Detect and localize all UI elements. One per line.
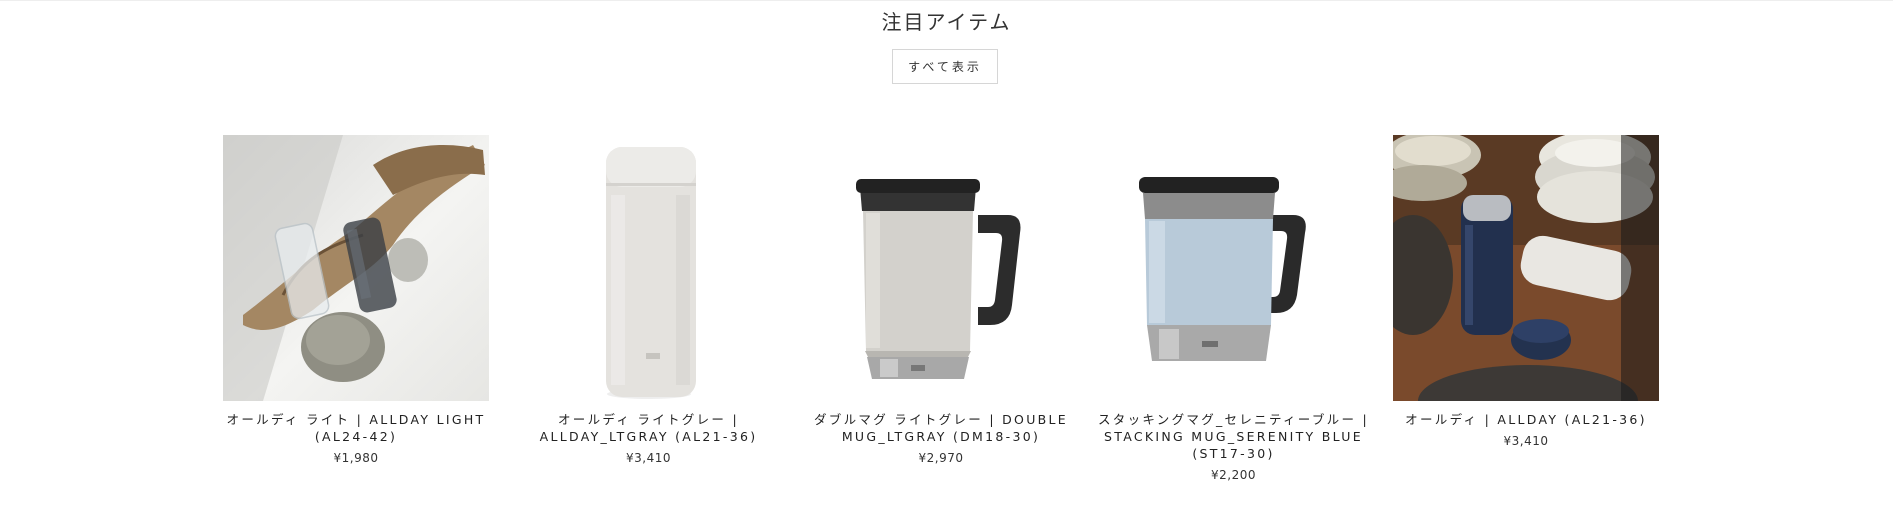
product-card[interactable]: オールディ ライト | ALLDAY LIGHT (AL24-42) ¥1,98… bbox=[211, 135, 501, 482]
light-gray-bottle-photo[interactable] bbox=[515, 135, 782, 401]
product-price: ¥1,980 bbox=[333, 451, 379, 465]
product-card[interactable]: オールディ | ALLDAY (AL21-36) ¥3,410 bbox=[1381, 135, 1671, 482]
product-price: ¥3,410 bbox=[1503, 434, 1549, 448]
product-price: ¥2,970 bbox=[918, 451, 964, 465]
light-gray-mug-photo[interactable] bbox=[808, 135, 1074, 401]
product-name[interactable]: オールディ ライト | ALLDAY LIGHT (AL24-42) bbox=[211, 411, 501, 445]
view-all-button[interactable]: すべて表示 bbox=[892, 49, 998, 84]
product-card[interactable]: オールディ ライトグレー | ALLDAY_LTGRAY (AL21-36) ¥… bbox=[504, 135, 794, 482]
product-card[interactable]: スタッキングマグ_セレニティーブルー | STACKING MUG_SERENI… bbox=[1089, 135, 1379, 482]
top-divider bbox=[0, 0, 1893, 1]
serenity-blue-mug-photo[interactable] bbox=[1100, 135, 1367, 401]
product-price: ¥3,410 bbox=[626, 451, 671, 465]
product-name[interactable]: ダブルマグ ライトグレー | DOUBLE MUG_LTGRAY (DM18-3… bbox=[796, 411, 1086, 445]
product-name[interactable]: スタッキングマグ_セレニティーブルー | STACKING MUG_SERENI… bbox=[1089, 411, 1379, 462]
product-name[interactable]: オールディ ライトグレー | ALLDAY_LTGRAY (AL21-36) bbox=[504, 411, 794, 445]
clear-bottles-on-driftwood-photo[interactable] bbox=[223, 135, 489, 401]
product-price: ¥2,200 bbox=[1211, 468, 1256, 482]
section-title: 注目アイテム bbox=[881, 10, 1012, 34]
product-grid: オールディ ライト | ALLDAY LIGHT (AL24-42) ¥1,98… bbox=[211, 135, 1671, 482]
product-name[interactable]: オールディ | ALLDAY (AL21-36) bbox=[1381, 411, 1671, 428]
product-card[interactable]: ダブルマグ ライトグレー | DOUBLE MUG_LTGRAY (DM18-3… bbox=[796, 135, 1086, 482]
navy-bottle-tabletop-photo[interactable] bbox=[1393, 135, 1659, 401]
